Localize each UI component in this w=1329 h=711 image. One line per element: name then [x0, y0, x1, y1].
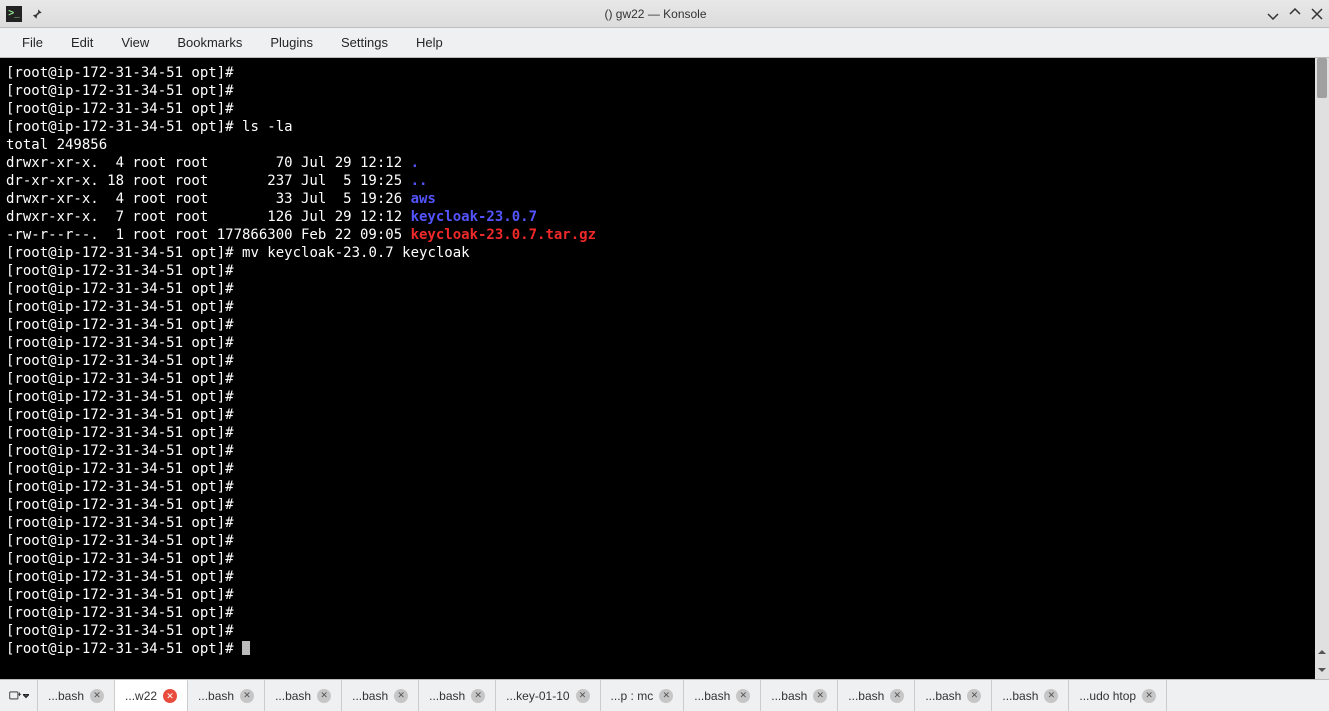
tab-label: ...key-01-10 [506, 689, 569, 703]
tab-3[interactable]: ...bash ✕ [265, 680, 342, 711]
tab-close-icon[interactable]: ✕ [317, 689, 331, 703]
titlebar: >_ () gw22 — Konsole [0, 0, 1329, 28]
tab-close-icon[interactable]: ✕ [163, 689, 177, 703]
tab-10[interactable]: ...bash ✕ [838, 680, 915, 711]
menu-bookmarks[interactable]: Bookmarks [163, 35, 256, 50]
tab-label: ...bash [198, 689, 234, 703]
tab-7[interactable]: ...p : mc ✕ [601, 680, 685, 711]
tab-9[interactable]: ...bash ✕ [761, 680, 838, 711]
pin-icon[interactable] [30, 7, 44, 21]
tab-label: ...bash [48, 689, 84, 703]
tab-label: ...bash [925, 689, 961, 703]
tab-close-icon[interactable]: ✕ [890, 689, 904, 703]
menu-help[interactable]: Help [402, 35, 457, 50]
konsole-app-icon: >_ [6, 6, 22, 22]
tab-6[interactable]: ...key-01-10 ✕ [496, 680, 600, 711]
tab-label: ...bash [352, 689, 388, 703]
menu-plugins[interactable]: Plugins [256, 35, 327, 50]
tab-label: ...bash [429, 689, 465, 703]
tab-close-icon[interactable]: ✕ [1044, 689, 1058, 703]
close-icon[interactable] [1311, 8, 1323, 20]
menu-settings[interactable]: Settings [327, 35, 402, 50]
tab-label: ...bash [848, 689, 884, 703]
terminal-cursor [242, 641, 250, 655]
window-title: () gw22 — Konsole [44, 7, 1267, 21]
tab-close-icon[interactable]: ✕ [471, 689, 485, 703]
menubar: File Edit View Bookmarks Plugins Setting… [0, 28, 1329, 58]
menu-file[interactable]: File [8, 35, 57, 50]
minimize-icon[interactable] [1267, 8, 1279, 20]
tab-label: ...bash [771, 689, 807, 703]
tab-close-icon[interactable]: ✕ [240, 689, 254, 703]
tab-5[interactable]: ...bash ✕ [419, 680, 496, 711]
new-tab-button[interactable] [0, 680, 38, 711]
tab-label: ...bash [694, 689, 730, 703]
tab-close-icon[interactable]: ✕ [576, 689, 590, 703]
tab-13[interactable]: ...udo htop ✕ [1069, 680, 1167, 711]
menu-view[interactable]: View [107, 35, 163, 50]
tab-8[interactable]: ...bash ✕ [684, 680, 761, 711]
tab-0[interactable]: ...bash ✕ [38, 680, 115, 711]
tab-close-icon[interactable]: ✕ [736, 689, 750, 703]
scroll-down-icon[interactable] [1315, 661, 1329, 679]
maximize-icon[interactable] [1289, 8, 1301, 20]
tab-close-icon[interactable]: ✕ [1142, 689, 1156, 703]
tab-label: ...bash [1002, 689, 1038, 703]
tab-label: ...udo htop [1079, 689, 1136, 703]
tab-close-icon[interactable]: ✕ [967, 689, 981, 703]
tab-label: ...w22 [125, 689, 157, 703]
tab-11[interactable]: ...bash ✕ [915, 680, 992, 711]
tab-close-icon[interactable]: ✕ [659, 689, 673, 703]
terminal-output[interactable]: [root@ip-172-31-34-51 opt]# [root@ip-172… [0, 58, 1315, 679]
terminal-area[interactable]: [root@ip-172-31-34-51 opt]# [root@ip-172… [0, 58, 1329, 679]
tab-4[interactable]: ...bash ✕ [342, 680, 419, 711]
menu-edit[interactable]: Edit [57, 35, 107, 50]
tab-close-icon[interactable]: ✕ [90, 689, 104, 703]
scrollbar-thumb[interactable] [1317, 58, 1327, 98]
tab-2[interactable]: ...bash ✕ [188, 680, 265, 711]
scrollbar[interactable] [1315, 58, 1329, 679]
tab-1[interactable]: ...w22 ✕ [115, 680, 188, 711]
tab-close-icon[interactable]: ✕ [394, 689, 408, 703]
tabbar: ...bash ✕ ...w22 ✕ ...bash ✕ ...bash ✕ ...bash ✕.… [0, 679, 1329, 711]
tab-close-icon[interactable]: ✕ [813, 689, 827, 703]
tab-12[interactable]: ...bash ✕ [992, 680, 1069, 711]
tab-label: ...p : mc [611, 689, 654, 703]
tab-label: ...bash [275, 689, 311, 703]
scroll-up-icon[interactable] [1315, 643, 1329, 661]
